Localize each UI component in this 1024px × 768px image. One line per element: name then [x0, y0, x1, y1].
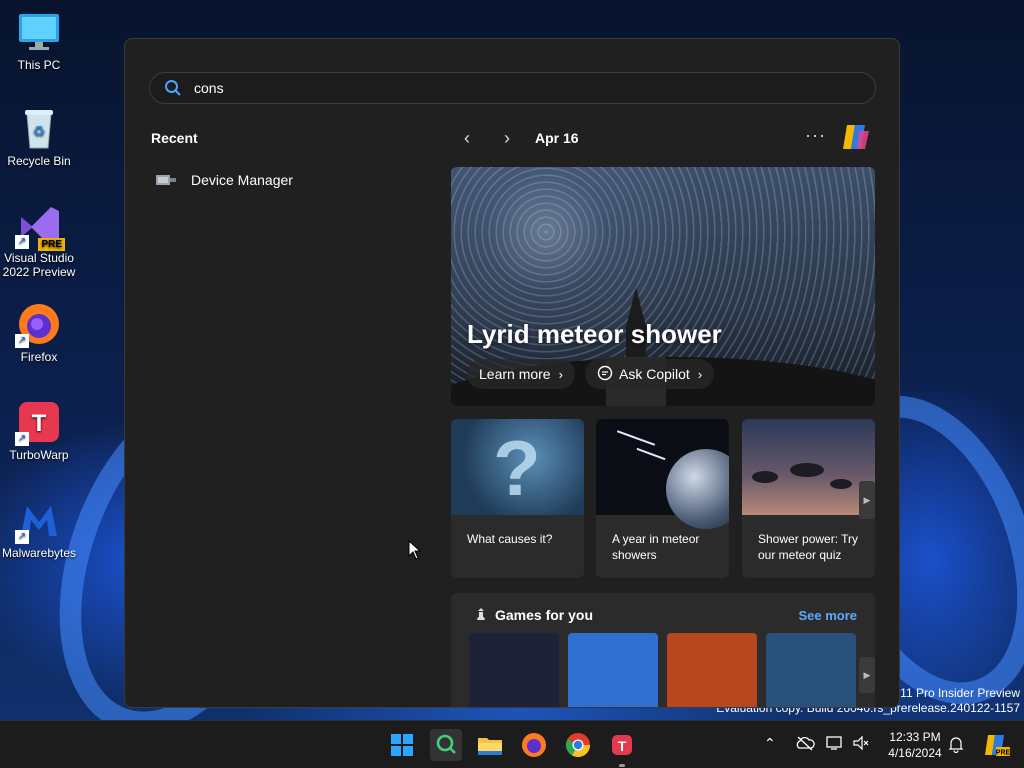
start-icon	[391, 734, 413, 756]
earth-meteor-image	[596, 419, 729, 529]
dish-silhouette	[830, 479, 852, 489]
dish-silhouette	[790, 463, 824, 477]
clock[interactable]: 12:33 PM 4/16/2024	[880, 729, 950, 761]
file-explorer-icon	[478, 738, 502, 755]
recent-item-label: Device Manager	[191, 172, 293, 188]
desktop-icon-label: TurboWarp	[9, 448, 69, 462]
clock-date: 4/16/2024	[888, 746, 942, 760]
learn-more-button[interactable]: Learn more ›	[467, 359, 575, 389]
chat-icon	[597, 365, 613, 384]
card-year-in-meteor-showers[interactable]: A year in meteor showers	[596, 419, 729, 578]
network-icon[interactable]	[826, 735, 844, 754]
search-taskbar-button[interactable]	[430, 729, 462, 761]
meteor-streak	[616, 430, 656, 446]
svg-text:♻: ♻	[33, 123, 46, 139]
next-button[interactable]: ›	[497, 129, 517, 149]
dish-silhouette	[752, 471, 778, 483]
copilot-icon: PRE	[985, 735, 1011, 757]
game-tile[interactable]	[469, 633, 559, 707]
copilot-icon[interactable]	[839, 121, 871, 153]
card-what-causes-it[interactable]: ? What causes it?	[451, 419, 584, 578]
card-meteor-quiz[interactable]: Shower power: Try our meteor quiz	[742, 419, 875, 578]
desktop-icon-recycle-bin[interactable]: ♻ Recycle Bin	[1, 106, 77, 168]
shortcut-arrow-icon: ↗	[15, 432, 29, 446]
svg-text:T: T	[32, 410, 47, 437]
hero-card[interactable]: Lyrid meteor shower Learn more › Ask Cop…	[451, 167, 875, 406]
see-more-link[interactable]: See more	[798, 608, 857, 623]
game-tile[interactable]	[766, 633, 856, 707]
games-scroll-right-button[interactable]: ▶	[859, 657, 875, 693]
chevron-right-icon: ›	[558, 366, 563, 382]
desktop-icon-this-pc[interactable]: This PC	[1, 10, 77, 72]
clock-time: 12:33 PM	[889, 730, 941, 744]
search-icon	[436, 734, 456, 754]
desktop-icon-firefox[interactable]: ↗ Firefox	[1, 302, 77, 364]
watermark-line1: s 11 Pro Insider Preview	[890, 686, 1020, 700]
start-button[interactable]	[386, 729, 418, 761]
search-input[interactable]	[194, 80, 794, 96]
copilot-taskbar-button[interactable]: PRE	[980, 729, 1012, 761]
desktop-icon-label: Recycle Bin	[7, 154, 71, 168]
chess-icon	[473, 606, 489, 622]
game-tile[interactable]	[568, 633, 658, 707]
games-section: Games for you See more ▶	[451, 593, 875, 707]
recycle-bin-icon: ♻	[17, 106, 61, 150]
learn-more-label: Learn more	[479, 366, 551, 382]
question-mark-icon: ?	[493, 424, 541, 512]
shortcut-arrow-icon: ↗	[15, 235, 29, 249]
desktop-icon-visual-studio[interactable]: PRE ↗ Visual Studio 2022 Preview	[1, 203, 77, 279]
card-caption: What causes it?	[467, 532, 553, 546]
monitor-icon	[17, 10, 61, 54]
chrome-taskbar-button[interactable]	[562, 729, 594, 761]
device-manager-icon	[155, 172, 177, 188]
desktop-icon-label: Firefox	[20, 350, 58, 364]
search-box[interactable]	[149, 72, 876, 104]
meteor-streak	[636, 447, 666, 461]
notifications-bell-icon[interactable]	[948, 735, 964, 756]
hero-title: Lyrid meteor shower	[467, 319, 722, 349]
firefox-icon: ↗	[15, 302, 61, 348]
question-mark-image: ?	[451, 419, 584, 515]
turbowarp-icon: T	[612, 735, 632, 755]
shortcut-arrow-icon: ↗	[15, 334, 29, 348]
desktop-icon-label: Visual Studio 2022 Preview	[2, 251, 76, 279]
desktop-icon-turbowarp[interactable]: T ↗ TurboWarp	[1, 400, 77, 462]
file-explorer-button[interactable]	[474, 729, 506, 761]
visual-studio-icon: PRE ↗	[15, 203, 65, 251]
turbowarp-icon: T ↗	[15, 400, 61, 446]
running-indicator	[619, 764, 625, 767]
game-tile[interactable]	[667, 633, 757, 707]
volume-muted-icon[interactable]	[852, 735, 870, 754]
games-title: Games for you	[495, 607, 594, 623]
cards-scroll-right-button[interactable]: ▶	[859, 481, 875, 519]
firefox-icon	[522, 733, 546, 757]
card-caption: Shower power: Try our meteor quiz	[758, 532, 859, 562]
chrome-icon	[565, 733, 590, 758]
mouse-cursor-icon	[408, 540, 422, 560]
pre-badge: PRE	[38, 238, 65, 251]
show-hidden-icons-button[interactable]: ⌃	[764, 735, 776, 752]
ask-copilot-button[interactable]: Ask Copilot ›	[585, 359, 715, 389]
recent-item-device-manager[interactable]: Device Manager	[155, 167, 425, 193]
desktop-icon-label: Malwarebytes	[1, 546, 77, 560]
search-icon	[164, 79, 182, 97]
chevron-right-icon: ›	[697, 366, 703, 382]
taskbar: T ⌃ 12:33 PM 4/16/2024 PRE	[0, 720, 1024, 768]
onedrive-icon[interactable]	[795, 735, 815, 754]
feed-date: Apr 16	[535, 130, 579, 146]
desktop-icon-label: This PC	[17, 58, 61, 72]
turbowarp-taskbar-button[interactable]: T	[606, 729, 638, 767]
search-panel: Recent Device Manager ‹ › Apr 16 ··· Lyr…	[124, 38, 900, 708]
more-options-button[interactable]: ···	[805, 125, 826, 146]
recent-heading: Recent	[151, 130, 198, 146]
firefox-taskbar-button[interactable]	[518, 729, 550, 761]
observatory-image	[742, 419, 875, 515]
desktop-icon-malwarebytes[interactable]: ↗ Malwarebytes	[1, 498, 77, 560]
svg-text:PRE: PRE	[996, 750, 1011, 757]
malwarebytes-icon: ↗	[15, 498, 61, 544]
svg-text:T: T	[618, 738, 627, 754]
previous-button[interactable]: ‹	[457, 129, 477, 149]
ask-copilot-label: Ask Copilot	[619, 366, 690, 382]
shortcut-arrow-icon: ↗	[15, 530, 29, 544]
